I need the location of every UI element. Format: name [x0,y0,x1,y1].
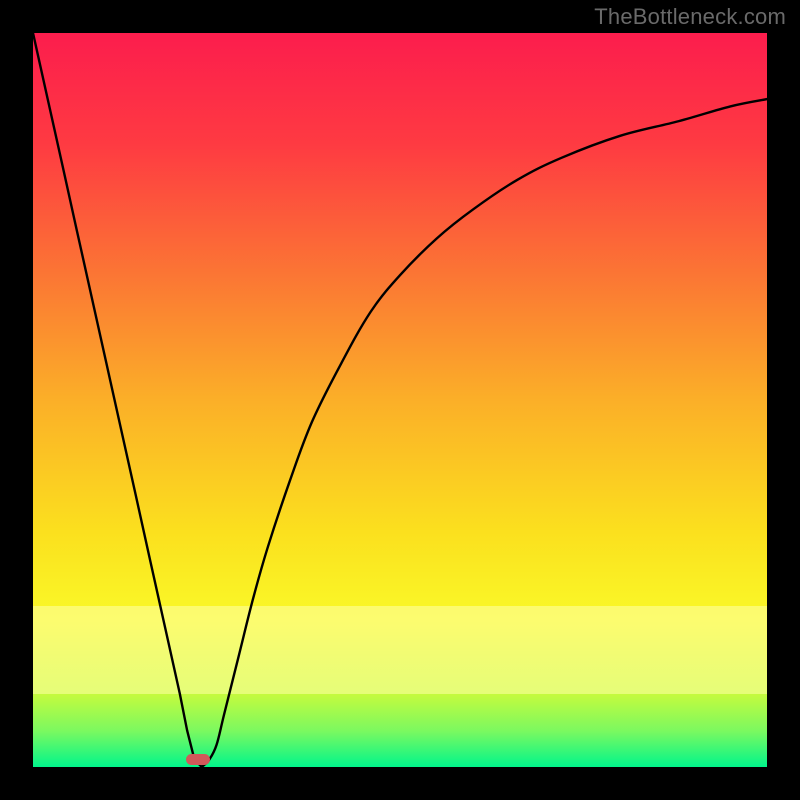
bottleneck-curve [33,33,767,767]
watermark-text: TheBottleneck.com [594,4,786,30]
optimal-marker [186,754,209,765]
chart-frame [33,33,767,767]
